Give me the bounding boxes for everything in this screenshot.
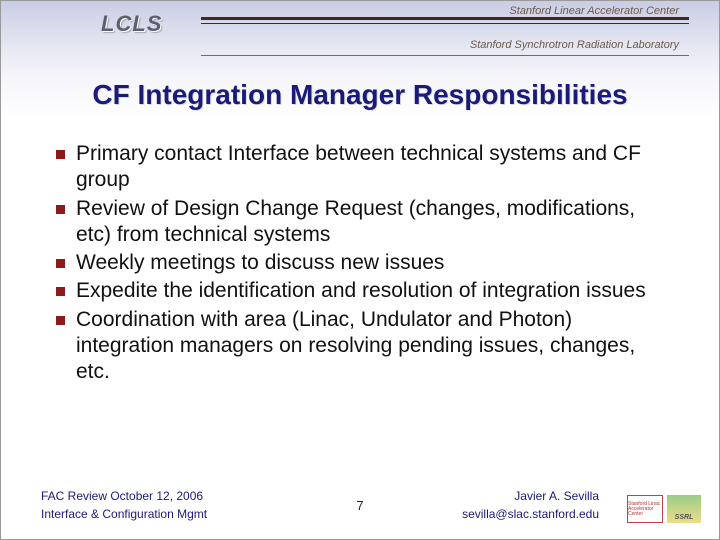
bullet-item: Primary contact Interface between techni… [56, 141, 674, 194]
footer-topic: Interface & Configuration Mgmt [41, 505, 207, 523]
footer-logos: Stanford Linac Accelerator Center SSRL [627, 495, 701, 523]
bullet-item: Weekly meetings to discuss new issues [56, 250, 674, 276]
lab-name-1: Stanford Linear Accelerator Center [509, 5, 679, 17]
slac-logo-icon: Stanford Linac Accelerator Center [627, 495, 663, 523]
lab-name-2: Stanford Synchrotron Radiation Laborator… [470, 39, 679, 51]
lcls-logo: LCLS [101, 11, 162, 37]
footer-email: sevilla@slac.stanford.edu [462, 505, 599, 523]
footer-right: Javier A. Sevilla sevilla@slac.stanford.… [462, 487, 599, 523]
header-rule [201, 17, 689, 24]
footer-left: FAC Review October 12, 2006 Interface & … [41, 487, 207, 523]
header-bar: LCLS Stanford Linear Accelerator Center … [1, 11, 719, 63]
slide-body: Primary contact Interface between techni… [56, 141, 674, 387]
footer: FAC Review October 12, 2006 Interface & … [1, 487, 719, 529]
header-rule-thin [201, 55, 689, 56]
footer-event: FAC Review October 12, 2006 [41, 487, 207, 505]
page-number: 7 [356, 498, 363, 513]
slide-title: CF Integration Manager Responsibilities [1, 79, 719, 111]
bullet-item: Review of Design Change Request (changes… [56, 196, 674, 249]
bullet-item: Coordination with area (Linac, Undulator… [56, 307, 674, 386]
footer-author: Javier A. Sevilla [462, 487, 599, 505]
ssrl-logo-icon: SSRL [667, 495, 701, 523]
bullet-item: Expedite the identification and resoluti… [56, 278, 674, 304]
slide: LCLS Stanford Linear Accelerator Center … [0, 0, 720, 540]
